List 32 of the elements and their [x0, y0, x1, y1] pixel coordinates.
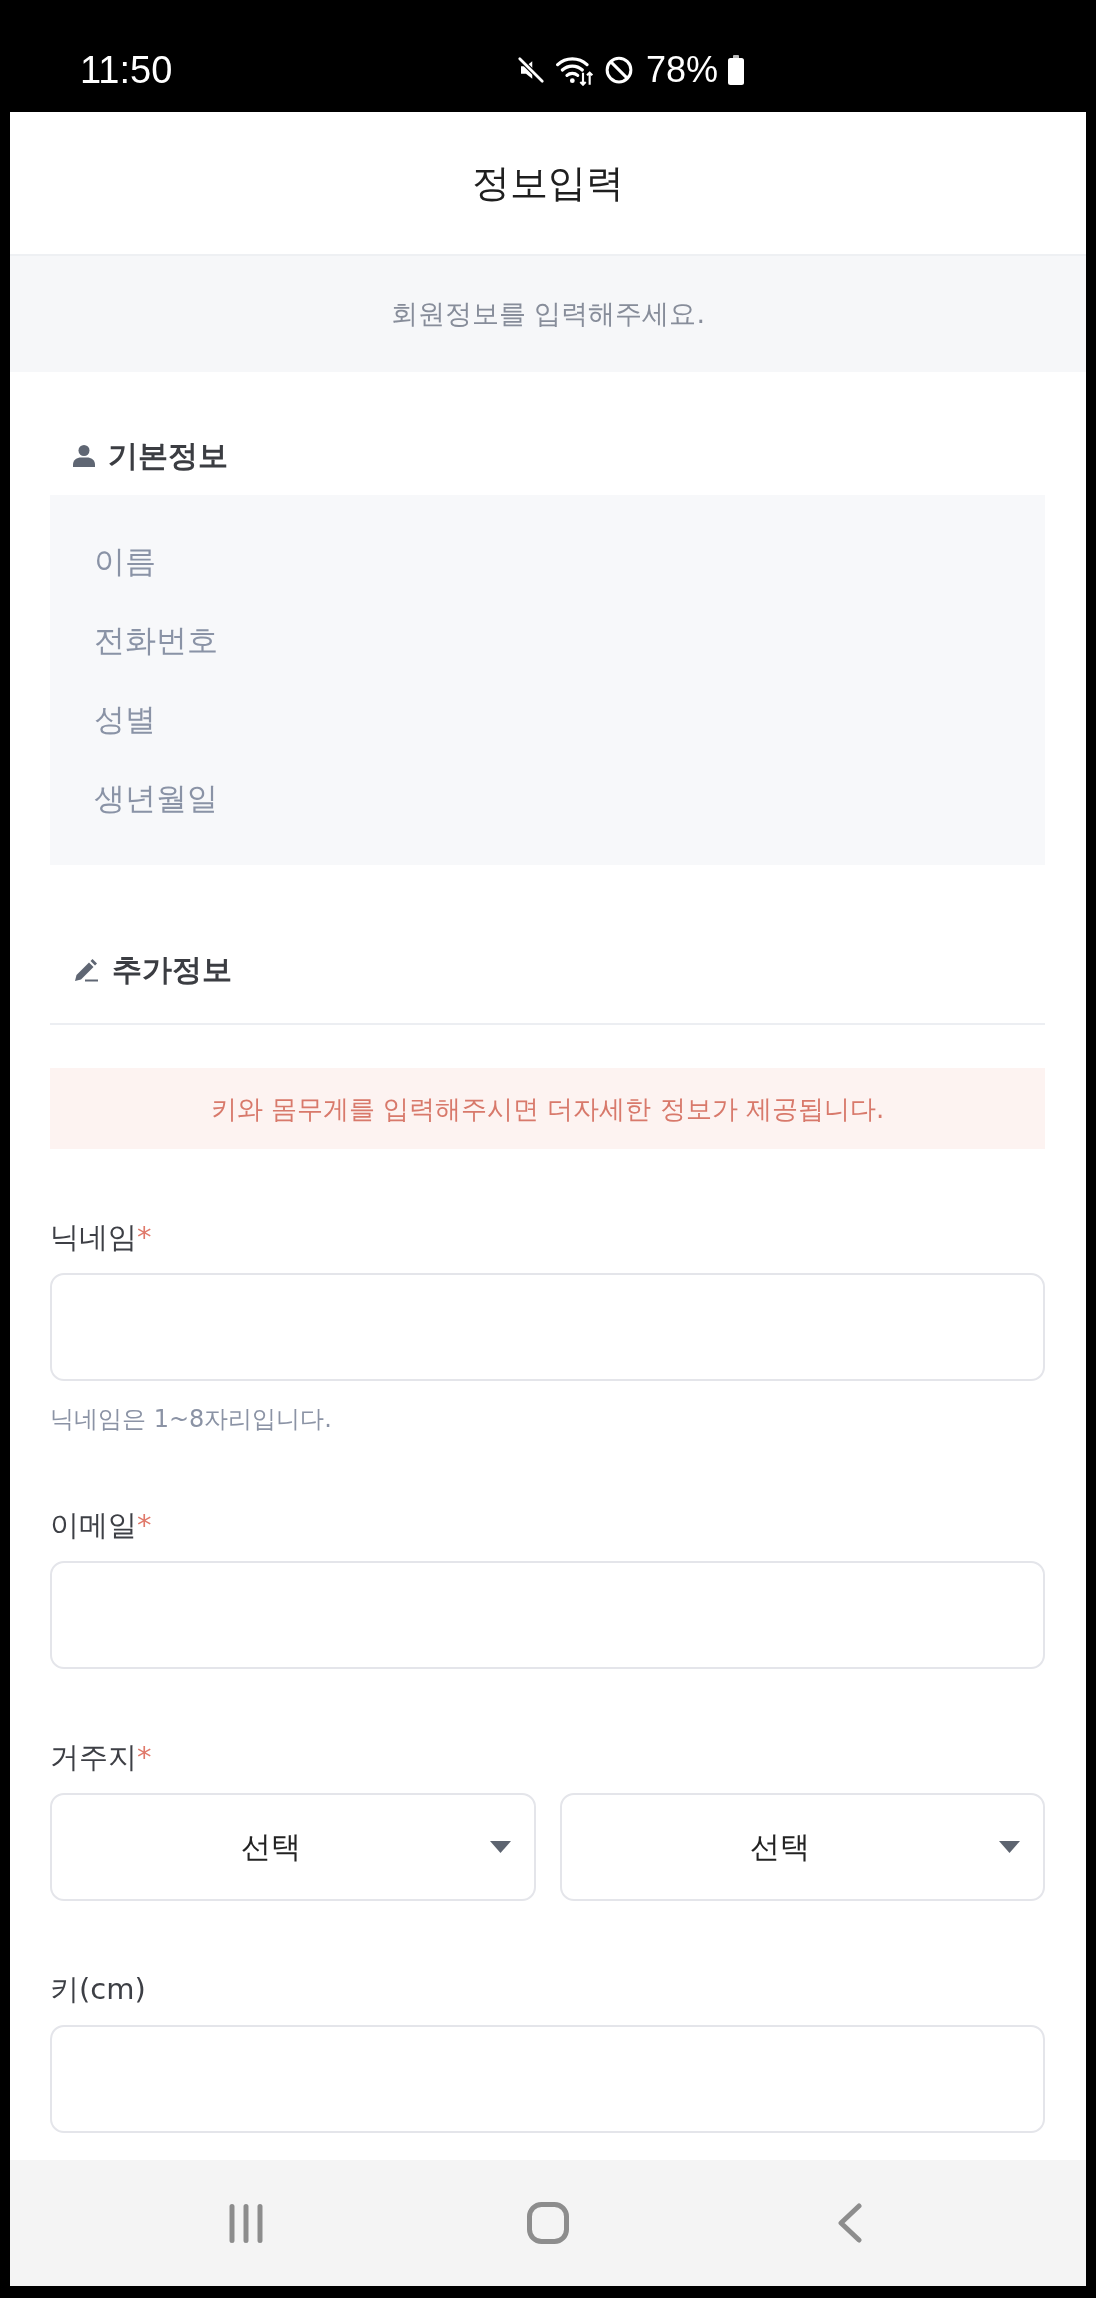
field-label: 닉네임* [50, 1219, 152, 1256]
caret-icon [999, 1841, 1020, 1853]
info-list-item: 성별 [94, 700, 156, 739]
intro-text: 회원정보를 입력해주세요. [390, 297, 706, 331]
person-icon [73, 445, 95, 467]
field-label: 이메일* [50, 1507, 152, 1544]
pen-icon [73, 958, 99, 982]
recent-apps-icon[interactable] [227, 2203, 265, 2243]
section-title: 추가정보 [112, 951, 232, 989]
notice-text: 키와 몸무게를 입력해주시면 더자세한 정보가 제공됩니다. [210, 1092, 885, 1126]
info-list-item: 이름 [94, 542, 156, 581]
select-dropdown[interactable]: 선택 [50, 1793, 536, 1901]
field-label: 거주지* [50, 1739, 152, 1776]
battery-percent: 78% [645, 48, 718, 92]
do-not-disturb-icon [603, 55, 634, 85]
battery-icon [728, 55, 744, 85]
wifi-icon [555, 54, 594, 86]
info-list-item: 생년월일 [94, 779, 218, 818]
caret-icon [489, 1841, 511, 1853]
text-input[interactable] [50, 2025, 1045, 2133]
clock-time: 11:50 [80, 48, 173, 92]
select-dropdown[interactable]: 선택 [559, 1793, 1045, 1901]
info-list-item: 전화번호 [94, 621, 218, 660]
mute-icon [515, 55, 546, 85]
home-icon[interactable] [527, 2202, 569, 2244]
text-input[interactable] [50, 1561, 1045, 1669]
section-title: 기본정보 [108, 437, 228, 475]
text-input[interactable] [50, 1273, 1045, 1381]
page-title: 정보입력 [472, 160, 624, 207]
hint-text: 닉네임은 1~8자리입니다. [50, 1404, 332, 1435]
field-label: 키(cm) [50, 1971, 146, 2008]
back-icon[interactable] [838, 2203, 862, 2243]
